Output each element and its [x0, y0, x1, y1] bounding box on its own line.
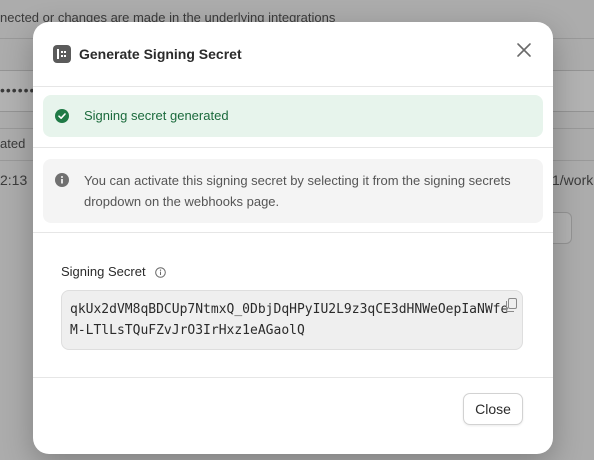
- section-divider: [33, 147, 553, 148]
- success-message: Signing secret generated: [84, 108, 229, 123]
- signing-secret-label: Signing Secret: [61, 264, 166, 279]
- close-icon[interactable]: [515, 41, 533, 59]
- signing-secret-label-text: Signing Secret: [61, 264, 146, 279]
- dialog-header: Generate Signing Secret: [33, 22, 553, 86]
- signing-secret-value[interactable]: qkUx2dVM8qBDCUp7NtmxQ_0DbjDqHPyIU2L9z3qC…: [70, 299, 510, 341]
- header-divider: [33, 86, 553, 87]
- info-message: You can activate this signing secret by …: [84, 173, 511, 209]
- check-circle-icon: [55, 109, 69, 128]
- footer-divider: [33, 377, 553, 378]
- info-alert: You can activate this signing secret by …: [43, 159, 543, 223]
- webhook-icon: [53, 45, 71, 63]
- close-button[interactable]: Close: [463, 393, 523, 425]
- copy-icon[interactable]: [505, 298, 517, 317]
- signing-secret-field[interactable]: qkUx2dVM8qBDCUp7NtmxQ_0DbjDqHPyIU2L9z3qC…: [61, 290, 523, 350]
- section-divider: [33, 232, 553, 233]
- dialog-title: Generate Signing Secret: [79, 46, 242, 62]
- generate-signing-secret-dialog: Generate Signing Secret Signing secret g…: [33, 22, 553, 454]
- success-alert: Signing secret generated: [43, 95, 543, 137]
- info-icon[interactable]: [155, 266, 166, 281]
- info-circle-icon: [55, 173, 69, 192]
